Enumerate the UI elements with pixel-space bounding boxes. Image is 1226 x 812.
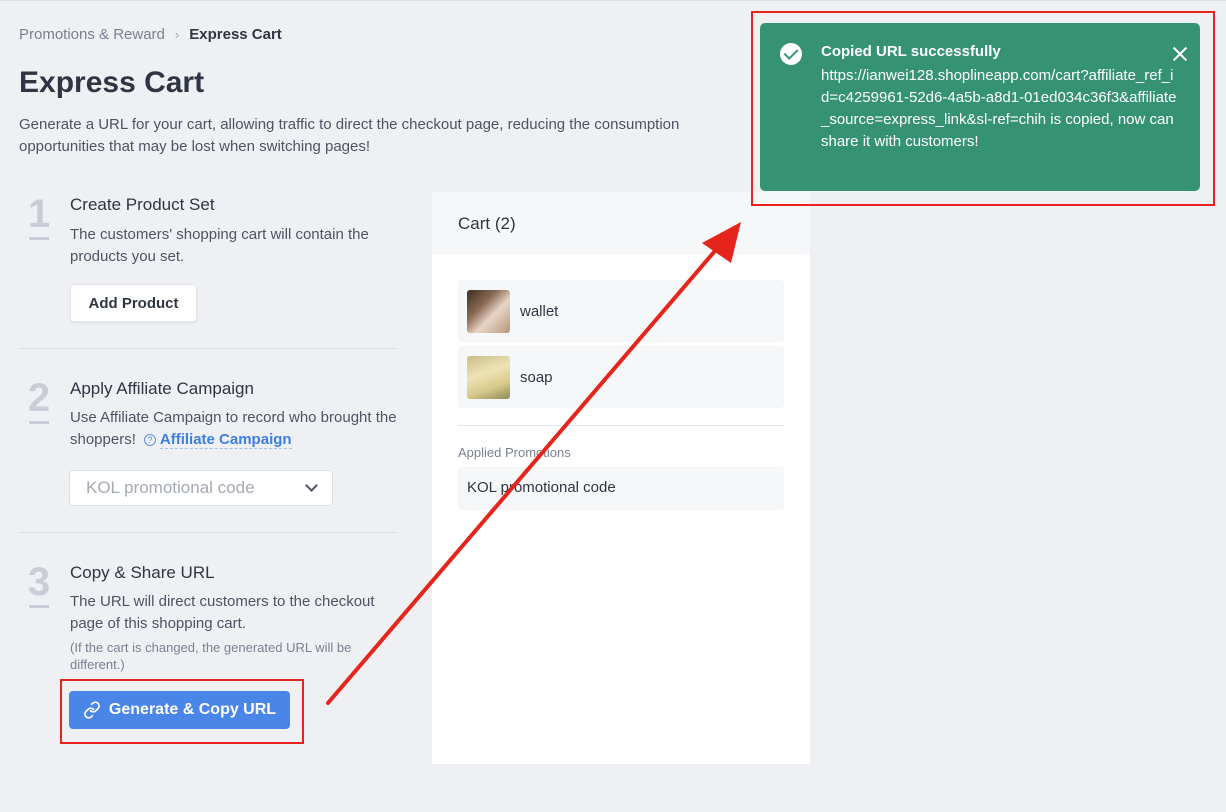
affiliate-campaign-link[interactable]: Affiliate Campaign xyxy=(159,431,292,449)
breadcrumb-current: Express Cart xyxy=(189,26,282,43)
soap-thumbnail xyxy=(467,355,510,399)
cart-panel: Cart (2) wallet soap Applied Promotions … xyxy=(432,192,810,764)
step-divider xyxy=(19,532,397,533)
step-3-title: Copy & Share URL xyxy=(70,563,215,582)
cart-item: wallet xyxy=(458,280,784,342)
step-1-digit: 1 xyxy=(27,192,51,236)
step-3-note: (If the cart is changed, the generated U… xyxy=(70,640,352,672)
annotation-highlight-button xyxy=(60,679,304,744)
add-product-button[interactable]: Add Product xyxy=(70,284,197,322)
step-3-digit: 3 xyxy=(27,560,51,604)
step-2-title: Apply Affiliate Campaign xyxy=(70,379,254,398)
cart-item: soap xyxy=(458,346,784,408)
step-2-text-block: Use Affiliate Campaign to record who bro… xyxy=(70,407,400,451)
step-2-number: 2 xyxy=(24,376,54,424)
applied-promotions-label: Applied Promotions xyxy=(458,445,571,460)
step-2-digit: 2 xyxy=(27,376,51,420)
applied-promotion-value: KOL promotional code xyxy=(458,467,784,510)
page-description: Generate a URL for your cart, allowing t… xyxy=(19,116,680,155)
breadcrumb-parent-link[interactable]: Promotions & Reward xyxy=(19,26,165,43)
step-3-number: 3 xyxy=(24,560,54,608)
page-title: Express Cart xyxy=(19,66,205,99)
step-1-number: 1 xyxy=(24,192,54,240)
top-border xyxy=(0,0,1226,1)
wallet-thumbnail xyxy=(467,289,510,333)
cart-items: wallet soap xyxy=(458,280,784,412)
select-value: KOL promotional code xyxy=(86,478,255,497)
chevron-down-icon xyxy=(305,479,318,492)
help-icon: ? xyxy=(143,434,156,446)
cart-item-name: soap xyxy=(520,368,553,386)
cart-divider xyxy=(458,425,784,426)
step-3-text: The URL will direct customers to the che… xyxy=(70,593,375,632)
step-divider xyxy=(19,348,397,349)
affiliate-campaign-select[interactable]: KOL promotional code xyxy=(69,470,333,506)
step-1-text: The customers' shopping cart will contai… xyxy=(70,226,369,265)
step-1-title: Create Product Set xyxy=(70,195,215,214)
breadcrumb-separator: › xyxy=(174,27,180,42)
breadcrumb: Promotions & Reward › Express Cart xyxy=(19,26,282,43)
cart-item-name: wallet xyxy=(520,302,559,320)
annotation-highlight-toast xyxy=(751,11,1215,206)
